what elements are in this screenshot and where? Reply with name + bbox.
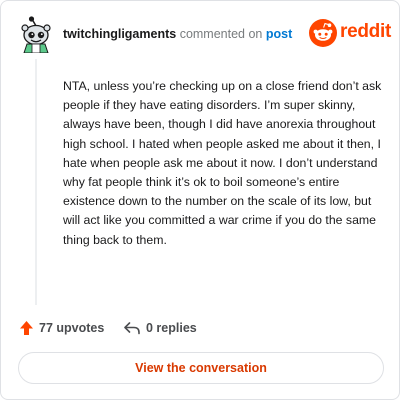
reply-arrow-icon [124, 322, 140, 335]
upvote-button[interactable]: 77 upvotes [19, 319, 104, 337]
post-link[interactable]: post [266, 27, 292, 41]
snoo-avatar-icon [21, 16, 51, 54]
reply-count: 0 replies [146, 321, 197, 335]
comment-header: twitchingligaments commented on post red… [17, 15, 391, 55]
upvote-count: 77 upvotes [39, 321, 105, 335]
reddit-wordmark: reddit [340, 21, 391, 42]
comment-author[interactable]: twitchingligaments [63, 27, 176, 41]
avatar[interactable] [17, 15, 55, 54]
comment-body: NTA, unless you’re checking up on a clos… [63, 79, 382, 247]
thread-line [35, 59, 37, 305]
upvote-arrow-icon [20, 321, 33, 335]
reddit-brand[interactable]: reddit [309, 18, 391, 48]
comment-actions: 77 upvotes 0 replies [19, 319, 319, 337]
comment-card: twitchingligaments commented on post red… [0, 0, 400, 400]
view-conversation-button[interactable]: View the conversation [18, 352, 384, 384]
reply-button[interactable]: 0 replies [123, 319, 197, 337]
reddit-logo-icon [309, 19, 337, 47]
comment-action-text: commented on [179, 27, 263, 41]
byline: twitchingligaments commented on post [63, 27, 292, 41]
